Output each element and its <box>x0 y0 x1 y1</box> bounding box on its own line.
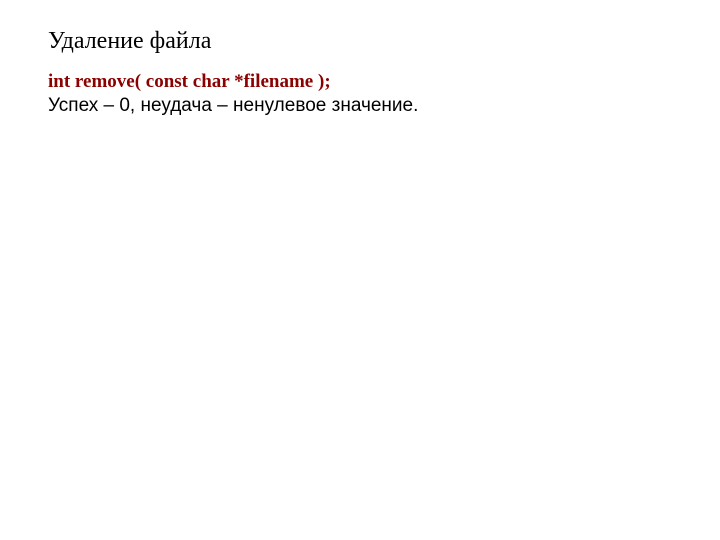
function-signature: int remove( const char *filename ); <box>48 71 672 93</box>
return-description: Успех – 0, неудача – ненулевое значение. <box>48 95 672 117</box>
section-title: Удаление файла <box>48 28 672 55</box>
